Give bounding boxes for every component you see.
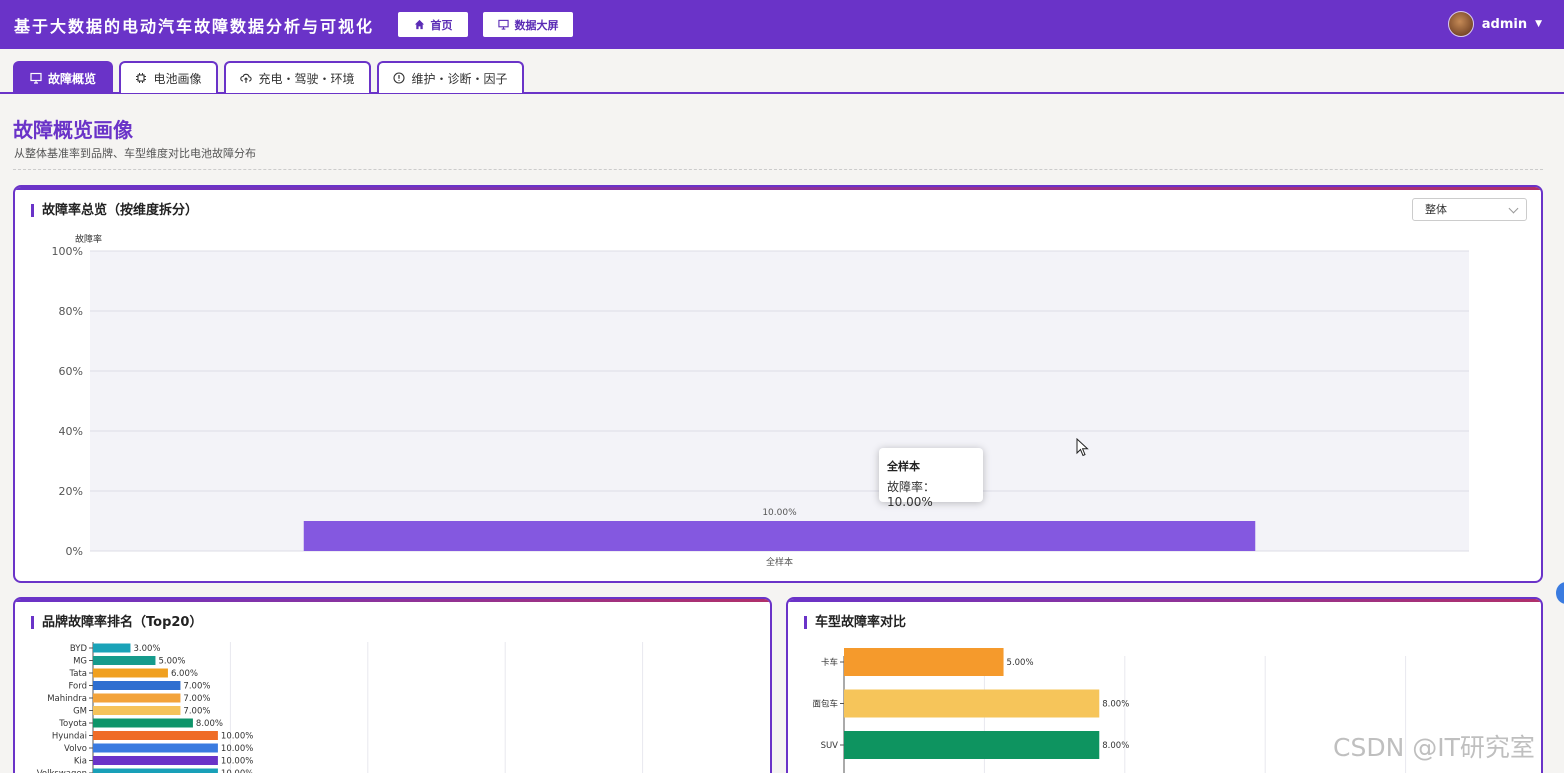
data-label: 10.00% [221,769,253,773]
category-label: 面包车 [812,699,838,710]
y-axis-label: 故障率 [75,233,102,245]
data-label: 10.00% [221,744,253,754]
category-label: Ford [68,682,87,692]
bar [93,693,181,703]
monitor-icon [30,72,42,84]
category-label: Volvo [64,744,87,754]
fault-rate-overview-card: 故障率总览（按维度拆分） 整体 0% 20% 40% 60% 80% 100% 故障率 10.… [13,185,1543,583]
category-label: MG [73,657,87,667]
category-label: Mahindra [47,694,87,704]
tab-label: 维护・诊断・因子 [411,71,508,86]
category-label: Tata [68,669,87,679]
category-label: 卡车 [821,657,838,668]
tooltip-title: 全样本 [887,460,920,473]
category-label: BYD [70,644,88,654]
avatar[interactable] [1447,11,1474,37]
data-label: 8.00% [1102,741,1129,751]
tab-maintenance-diagnosis-factors[interactable]: 维护・诊断・因子 [377,61,524,93]
alert-circle-icon [393,72,406,84]
data-label: 7.00% [183,682,210,692]
category-label: Toyota [58,719,87,729]
category-label: SUV [821,741,839,751]
chart-tooltip: 全样本 故障率：10.00% [879,448,983,509]
y-tick-label: 60% [59,365,83,378]
y-tick-label: 40% [59,425,83,438]
brand-bar-chart: BYD 3.00% MG 5.00% Tata 6.00% Ford 7.00% Mahindr… [37,642,644,773]
page-subtitle: 从整体基准率到品牌、车型维度对比电池故障分布 [14,147,256,160]
home-icon [414,19,424,30]
monitor-icon [497,19,509,30]
data-label: 3.00% [133,644,160,654]
data-label: 10.00% [221,732,253,742]
caret-down-icon: ▼ [1535,19,1542,29]
bar [844,689,1100,718]
tab-charging-driving-environment[interactable]: 充电・驾驶・环境 [224,61,371,93]
dashboard-button[interactable]: 数据大屏 [483,12,573,37]
home-button-label: 首页 [430,18,453,32]
data-label: 6.00% [171,669,198,679]
data-label: 10.00% [221,757,253,767]
chip-icon [136,73,147,83]
data-label: 10.00% [762,508,797,518]
bar [844,648,1004,676]
data-label: 7.00% [183,694,210,704]
mouse-cursor-icon [1076,438,1089,457]
data-label: 5.00% [158,657,185,667]
y-tick-label: 0% [66,545,83,558]
tab-label: 电池画像 [153,71,202,86]
divider [13,169,1543,170]
data-label: 8.00% [1102,700,1129,710]
tab-battery-profile[interactable]: 电池画像 [119,61,218,93]
page-title: 故障概览画像 [13,118,133,142]
cloud-upload-icon [240,73,253,83]
tab-label: 充电・驾驶・环境 [258,71,355,86]
watermark: CSDN @IT研究室 [1333,733,1535,762]
category-label: Volkswagen [37,769,87,773]
bar [93,643,131,653]
home-button[interactable]: 首页 [398,12,468,37]
bar [93,681,181,690]
overview-bar-chart: 0% 20% 40% 60% 80% 100%故障率 10.00% 全样本 [52,233,1469,568]
category-label: Hyundai [52,732,87,742]
data-label: 5.00% [1007,658,1034,668]
category-label: Kia [74,757,87,767]
data-label: 7.00% [183,707,210,717]
bar [844,731,1100,759]
brand-ranking-card: 品牌故障率排名（Top20） BYD 3.00% MG 5.00% Tata 6.00% F… [13,597,772,773]
bar [93,706,181,715]
tab-fault-overview[interactable]: 故障概览 [13,61,113,93]
floating-action-button[interactable] [1556,582,1564,604]
dashboard-button-label: 数据大屏 [514,18,559,32]
tab-bar: 故障概览 电池画像 充电・驾驶・环境 维护・诊断・因子 [0,49,1564,94]
y-tick-label: 80% [59,305,83,318]
bar [93,756,218,765]
bar [93,731,218,740]
tab-label: 故障概览 [47,71,96,86]
bar [93,718,193,728]
user-name: admin [1481,16,1528,32]
x-tick-label: 全样本 [766,556,793,568]
bar [93,656,156,665]
user-menu[interactable]: admin ▼ [1447,11,1542,37]
bar [303,521,1256,551]
category-label: GM [73,707,87,717]
app-title: 基于大数据的电动汽车故障数据分析与可视化 [14,17,375,36]
bar [93,668,168,678]
y-tick-label: 100% [52,245,83,258]
tooltip-label: 故障率： [887,480,936,494]
tooltip-value: 10.00% [887,495,933,509]
data-label: 8.00% [196,719,223,729]
y-tick-label: 20% [59,485,83,498]
plot-area [90,251,1469,551]
bar [93,743,218,753]
top-header: 基于大数据的电动汽车故障数据分析与可视化 首页 数据大屏 admin ▼ [0,0,1564,49]
bar [93,768,218,773]
